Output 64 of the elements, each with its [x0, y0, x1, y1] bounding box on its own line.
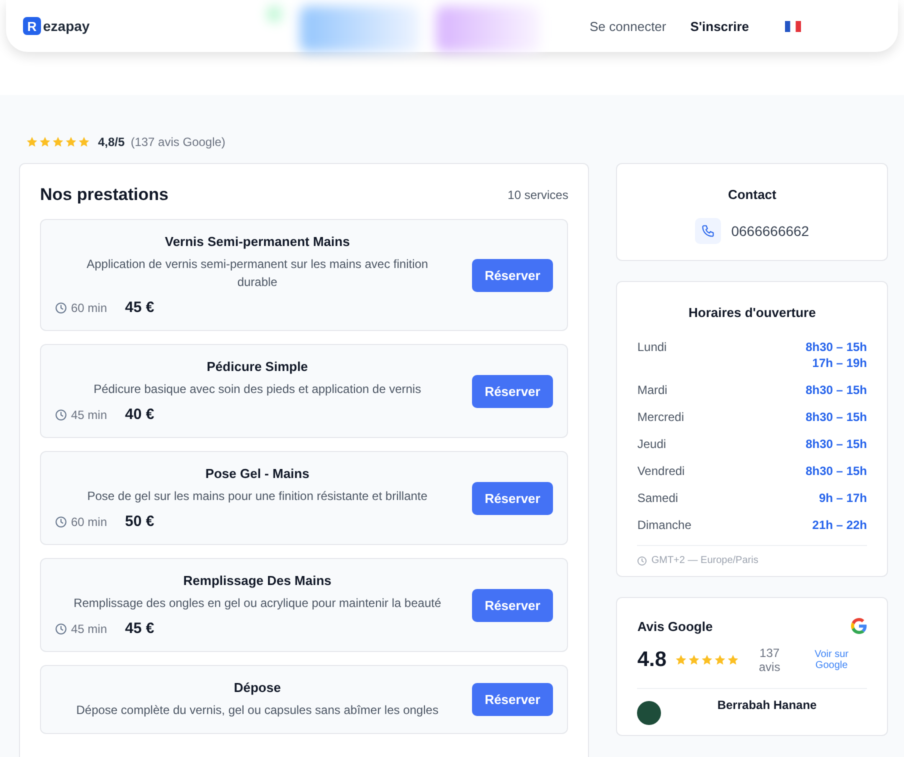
service-price: 40 €: [125, 406, 154, 423]
clock-icon: [55, 302, 67, 314]
google-link[interactable]: Voir sur Google: [806, 649, 857, 671]
opening-time: 8h30 – 15h: [806, 437, 867, 451]
service-description: Dépose complète du vernis, gel ou capsules sans abîmer les ongles: [75, 702, 440, 719]
day-name: Dimanche: [637, 518, 692, 532]
service-description: Pose de gel sur les mains pour une finition résistante et brillante: [86, 488, 428, 505]
avatar: [637, 701, 662, 725]
rating-score: 4.8: [637, 648, 667, 672]
google-logo-icon: [851, 618, 867, 634]
service-description: Pédicure basique avec soin des pieds et application de vernis: [92, 381, 422, 398]
book-button[interactable]: Réserver: [472, 683, 554, 716]
day-name: Vendredi: [637, 464, 685, 478]
service-price: 45 €: [125, 620, 154, 637]
card-title: Contact: [726, 187, 778, 202]
card-title: Avis Google: [637, 618, 713, 634]
nav-link[interactable]: Se connecter: [590, 18, 666, 34]
phone-number[interactable]: 0666666662: [731, 223, 810, 239]
clock-icon: [55, 408, 67, 420]
service-duration: 45 min: [71, 408, 108, 422]
service-duration: 60 min: [71, 514, 108, 528]
clock-icon: [55, 622, 67, 634]
day-name: Samedi: [637, 491, 678, 505]
phone-icon: [695, 218, 722, 244]
book-button[interactable]: Réserver: [472, 258, 554, 292]
logo-icon[interactable]: R: [23, 17, 41, 35]
day-name: Mercredi: [637, 410, 684, 424]
section-title: Nos prestations: [40, 185, 168, 205]
service-name: Pose Gel - Mains: [204, 466, 310, 481]
opening-time: 8h30 – 15h: [806, 340, 867, 354]
service-price: 45 €: [125, 299, 154, 316]
service-description: Remplissage des ongles en gel ou acrylique pour maintenir la beauté: [72, 595, 442, 612]
service-duration: 60 min: [71, 300, 108, 314]
service-price: 50 €: [125, 513, 154, 530]
service-name: Remplissage Des Mains: [182, 573, 332, 588]
logo-text[interactable]: ezapay: [43, 18, 90, 34]
book-button[interactable]: Réserver: [472, 482, 554, 514]
book-button[interactable]: Réserver: [472, 588, 554, 622]
service-count: 10 services: [508, 188, 568, 202]
service-name: Dépose: [232, 680, 282, 695]
nav-link[interactable]: S'inscrire: [690, 18, 749, 34]
reviewer-name: Berrabah Hanane: [717, 698, 817, 712]
service-description: Application de vernis semi-permanent sur les mains avec finition durable: [86, 256, 430, 291]
service-name: Vernis Semi-permanent Mains: [164, 234, 351, 249]
service-duration: 45 min: [71, 622, 108, 636]
rating-score: 4,8/5: [98, 135, 125, 149]
opening-time: 8h30 – 15h: [806, 410, 867, 424]
day-name: Lundi: [637, 340, 667, 356]
review-count: 137 avis: [758, 646, 782, 674]
clock-icon: [55, 516, 67, 528]
service-name: Pédicure Simple: [206, 359, 309, 374]
french-flag-icon[interactable]: [785, 20, 801, 32]
card-title: Horaires d'ouverture: [687, 305, 817, 320]
opening-time: 8h30 – 15h: [806, 464, 867, 478]
review-count: (137 avis Google): [130, 135, 226, 149]
timezone-text: GMT+2 — Europe/Paris: [651, 555, 758, 566]
opening-time: 21h – 22h: [812, 518, 867, 532]
clock-icon: [637, 556, 648, 566]
opening-time: 8h30 – 15h: [806, 383, 867, 397]
book-button[interactable]: Réserver: [472, 374, 554, 408]
day-name: Mardi: [637, 383, 668, 397]
opening-time: 17h – 19h: [812, 356, 867, 370]
day-name: Jeudi: [637, 437, 666, 451]
opening-time: 9h – 17h: [818, 491, 867, 505]
